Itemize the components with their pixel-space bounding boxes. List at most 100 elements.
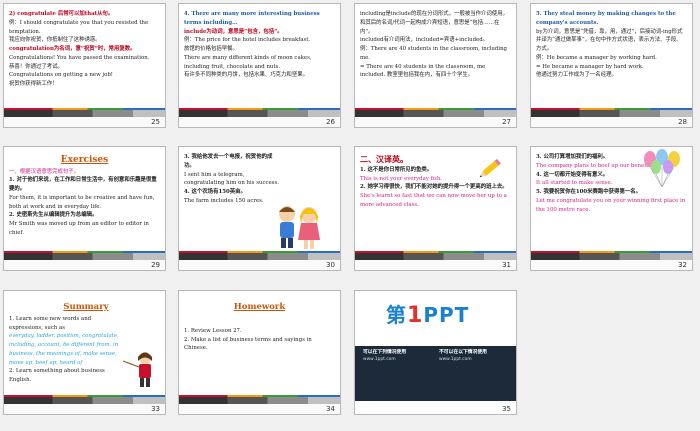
logo-number: 1 (407, 303, 424, 328)
slide-heading: Summary (63, 302, 109, 312)
slide-text: include为动词，意思是“包含，包括”。 (184, 28, 283, 35)
footer (531, 260, 692, 270)
slide-body: including是include的现在分词形式，一般被当作介词使用，和其后的名… (360, 10, 511, 105)
slide-text: 3. 我给他发去一个电报，祝贺他的成功。 (184, 154, 273, 169)
slide-text: = He became a manager by hard work. (536, 63, 644, 70)
slide-text: 一、根据汉语意思完成句子。 (9, 168, 80, 175)
logo-prefix: 第 (386, 303, 407, 327)
slide-number: 33 (151, 405, 160, 413)
footer-band (4, 397, 165, 404)
footer-band (355, 253, 516, 260)
slide-text: 1. 对于他们来说，在工作和日常生活中，有创意和乐趣是很重要的。 (9, 177, 157, 193)
slide-body: 4. There are many more interesting busin… (184, 10, 335, 105)
cover-header: 第1PPT (355, 291, 516, 346)
slide-text: 5. 我要祝贺你在100米赛跑中获得第一名。 (536, 189, 642, 195)
footer (179, 260, 340, 270)
slide-body: Summary 1. Learn some new words and expr… (9, 297, 125, 392)
info-column-forbidden: 不可以在以下情况使用 www.1ppt.com (439, 350, 509, 363)
balloons-illustration (644, 149, 680, 188)
children-illustration (279, 206, 320, 249)
slide-text: everyday, ladder, position, congratulate… (9, 333, 119, 366)
slide-text: 祝贺你获得新工作！ (9, 81, 58, 87)
slide-thumbnail-29[interactable]: Exercises 一、根据汉语意思完成句子。 1. 对于他们来说，在工作和日常… (3, 146, 166, 271)
slide-number: 27 (502, 118, 511, 126)
slide-thumbnail-31[interactable]: 二、汉译英。 1. 这不是你日常所见的鱼类。 This is not your … (354, 146, 517, 271)
slide-body: 5. They steal money by making changes to… (536, 10, 687, 105)
slide-text: 2. 史密斯先生从编辑提升为总编辑。 (9, 212, 98, 219)
slide-text: 2. Make a list of business terms and say… (184, 336, 312, 352)
footer-band (179, 110, 340, 117)
slide-text: 恭喜！你通过了考试。 (9, 63, 63, 70)
info-text: www.1ppt.com (363, 356, 396, 362)
slide-text: 2. 她学习得很快，我们不能对她的提升得一个更高的班上去。 (360, 184, 508, 191)
slide-number: 25 (151, 118, 160, 126)
footer (4, 260, 165, 270)
slide-text: by为介词，意思是“凭借，靠，用，通过”，后接动词-ing形式并译为“通过做某事… (536, 28, 683, 53)
slide-thumbnail-30[interactable]: 3. 我给他发去一个电报，祝贺他的成功。 I sent him a telegr… (178, 146, 341, 271)
logo-suffix: PPT (423, 303, 470, 327)
slide-text: 有许多不同种类的月饼，包括水果、巧克力和坚果。 (184, 72, 308, 79)
slide-heading: Homework (233, 302, 286, 312)
slide-number: 26 (326, 118, 335, 126)
slide-body: Exercises 一、根据汉语意思完成句子。 1. 对于他们来说，在工作和日常… (9, 153, 160, 248)
slide-thumbnail-33[interactable]: Summary 1. Learn some new words and expr… (3, 290, 166, 415)
info-heading: 不可以在以下情况使用 (439, 350, 487, 355)
slide-thumbnail-25[interactable]: 2) congratulate 后常可以加that从句。 例：I should … (3, 3, 166, 128)
slide-body: Homework 1. Review Lesson 27. 2. Make a … (184, 297, 335, 392)
slide-text: 5. They steal money by making changes to… (536, 11, 676, 26)
footer (531, 117, 692, 127)
slide-text: including是include的现在分词形式，一般被当作介词使用，和其后的名… (360, 11, 508, 35)
footer (355, 260, 516, 270)
slide-text: There are many different kinds of moon c… (184, 54, 312, 70)
slide-text: 4. 这个农场有150英亩。 (184, 189, 246, 195)
teacher-illustration (122, 352, 152, 387)
footer (179, 117, 340, 127)
slide-heading: Exercises (60, 155, 109, 165)
slide-text: Mr Smith was moved up from an editor to … (9, 221, 149, 236)
slide-text: 我应向你祝贺，你抵制住了这种诱惑。 (9, 37, 101, 44)
slide-text: 4. There are many more interesting busin… (184, 11, 320, 26)
ppt-logo: 第1PPT (386, 299, 469, 328)
slide-text: = There are 40 students in the classroom… (360, 63, 486, 79)
cover-info-panel: 可以在下列情况使用 www.1ppt.com 不可以在以下情况使用 www.1p… (355, 346, 516, 401)
info-column-allowed: 可以在下列情况使用 www.1ppt.com (363, 350, 433, 363)
slide-text: 1. Review Lesson 27. (184, 327, 242, 334)
slide-thumbnail-27[interactable]: including是include的现在分词形式，一般被当作介词使用，和其后的名… (354, 3, 517, 128)
slide-text: I sent him a telegram, congratulating hi… (184, 171, 279, 187)
slide-number: 32 (678, 261, 687, 269)
slide-text: congratulation为名词，意“祝贺”时，常用复数。 (9, 46, 136, 52)
footer-band (4, 110, 165, 117)
slide-text: 他通过努力工作成为了一名经理。 (536, 72, 617, 79)
slide-text: 例：The price for the hotel includes break… (184, 37, 311, 44)
footer (179, 404, 340, 414)
slide-thumbnail-35[interactable]: 第1PPT 可以在下列情况使用 www.1ppt.com 不可以在以下情况使用 … (354, 290, 517, 415)
slide-text: Let me congratulate you on your winning … (536, 197, 686, 213)
footer-band (531, 110, 692, 117)
info-heading: 可以在下列情况使用 (363, 350, 407, 355)
slide-text: 旅馆的价格包括早餐。 (184, 46, 238, 52)
slide-thumbnail-26[interactable]: 4. There are many more interesting busin… (178, 3, 341, 128)
footer (4, 404, 165, 414)
footer-band (531, 253, 692, 260)
info-text: www.1ppt.com (439, 356, 472, 362)
slide-text: 2) congratulate 后常可以加that从句。 (9, 11, 114, 17)
slide-text: 例：He became a manager by working hard. (536, 54, 657, 61)
footer (4, 117, 165, 127)
slide-thumbnail-34[interactable]: Homework 1. Review Lesson 27. 2. Make a … (178, 290, 341, 415)
slide-thumbnail-28[interactable]: 5. They steal money by making changes to… (530, 3, 693, 128)
footer-band (179, 397, 340, 404)
slide-number: 29 (151, 261, 160, 269)
cover-footer (355, 401, 516, 414)
slide-number: 34 (326, 405, 335, 413)
slide-text: 1. Learn some new words and expressions,… (9, 315, 92, 331)
slide-body: 2) congratulate 后常可以加that从句。 例：I should … (9, 10, 160, 105)
footer-band (4, 253, 165, 260)
slide-number: 31 (502, 261, 511, 269)
slide-thumbnail-32[interactable]: 3. 公司打算增加我们的福利。 The company plans to bee… (530, 146, 693, 271)
slide-body: 3. 我给他发去一个电报，祝贺他的成功。 I sent him a telegr… (184, 153, 280, 248)
slide-text: included有介词用法，included=宾语+included。 (360, 37, 489, 44)
pencil-icon (479, 158, 501, 178)
slide-text: The farm includes 150 acres. (184, 197, 264, 204)
slide-number: 28 (678, 118, 687, 126)
